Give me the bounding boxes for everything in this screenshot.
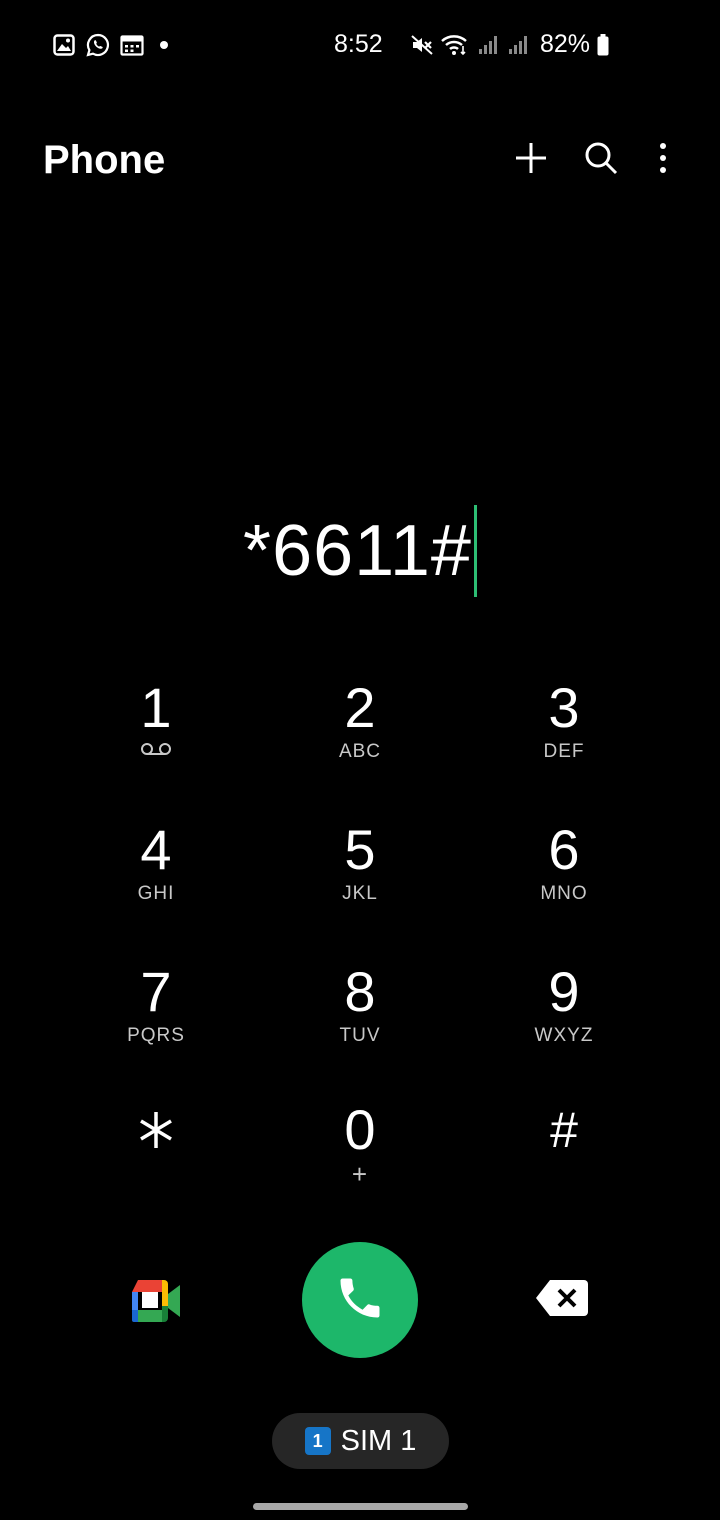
key-3[interactable]: 3 DEF — [479, 678, 649, 798]
add-icon — [513, 140, 549, 181]
whatsapp-icon — [86, 33, 110, 57]
key-7[interactable]: 7 PQRS — [71, 962, 241, 1082]
key-letters: TUV — [339, 1025, 381, 1046]
key-letters: JKL — [342, 883, 378, 904]
key-digit: 6 — [548, 818, 580, 881]
voicemail-icon — [71, 740, 241, 764]
system-icons: 82% — [410, 30, 610, 59]
more-options-icon — [658, 142, 668, 179]
signal-icon — [506, 33, 530, 57]
key-4[interactable]: 4 GHI — [71, 820, 241, 940]
phone-icon — [334, 1272, 386, 1329]
status-bar: 8:52 82% — [0, 0, 720, 92]
sim-selector[interactable]: 1 SIM 1 — [272, 1413, 449, 1469]
key-8[interactable]: 8 TUV — [275, 962, 445, 1082]
clock: 8:52 — [334, 30, 383, 58]
signal-icon — [476, 33, 500, 57]
key-digit: 3 — [548, 676, 580, 739]
backspace-button[interactable] — [534, 1278, 594, 1322]
key-letters: ABC — [338, 741, 382, 762]
video-call-button[interactable] — [128, 1276, 184, 1326]
key-1[interactable]: 1 — [71, 678, 241, 798]
wifi-icon — [440, 33, 470, 57]
key-0[interactable]: 0 + — [275, 1100, 445, 1220]
notification-dot — [160, 41, 168, 49]
sim-label: SIM 1 — [340, 1424, 417, 1457]
key-digit: # — [550, 1102, 578, 1158]
calendar-icon — [120, 33, 144, 57]
key-digit: 8 — [344, 960, 376, 1023]
search-icon — [583, 140, 619, 181]
key-letters: MNO — [540, 883, 588, 904]
key-2[interactable]: 2 ABC — [275, 678, 445, 798]
call-button[interactable] — [302, 1242, 418, 1358]
gallery-icon — [52, 33, 76, 57]
text-cursor — [473, 505, 477, 597]
add-contact-button[interactable] — [509, 138, 553, 182]
key-letters: PQRS — [127, 1025, 185, 1046]
page-title: Phone — [43, 138, 166, 182]
key-letters: WXYZ — [534, 1025, 594, 1046]
backspace-icon — [534, 1280, 590, 1322]
gesture-nav-handle[interactable] — [253, 1503, 468, 1510]
key-letters: GHI — [137, 883, 175, 904]
key-digit: 7 — [140, 960, 172, 1023]
key-digit: 2 — [344, 676, 376, 739]
search-button[interactable] — [579, 138, 623, 182]
more-options-button[interactable] — [641, 138, 685, 182]
key-letters: DEF — [543, 741, 585, 762]
battery-icon — [596, 33, 610, 57]
sim-badge: 1 — [304, 1427, 331, 1455]
google-meet-icon — [128, 1280, 184, 1330]
key-hash[interactable]: # — [479, 1100, 649, 1220]
dialed-number-field[interactable]: *6611# — [0, 505, 720, 605]
key-digit — [71, 1100, 241, 1160]
asterisk-icon — [140, 1112, 172, 1148]
battery-percent: 82% — [540, 30, 591, 58]
key-digit: 1 — [140, 676, 172, 739]
key-letters: + — [351, 1159, 369, 1189]
key-digit: 0 — [344, 1098, 376, 1161]
key-5[interactable]: 5 JKL — [275, 820, 445, 940]
key-9[interactable]: 9 WXYZ — [479, 962, 649, 1082]
key-digit: 5 — [344, 818, 376, 881]
key-6[interactable]: 6 MNO — [479, 820, 649, 940]
notification-icons — [52, 33, 168, 57]
key-digit: 9 — [548, 960, 580, 1023]
key-star[interactable] — [71, 1100, 241, 1220]
key-digit: 4 — [140, 818, 172, 881]
dialed-number: *6611# — [243, 511, 472, 591]
mute-icon — [410, 33, 434, 57]
